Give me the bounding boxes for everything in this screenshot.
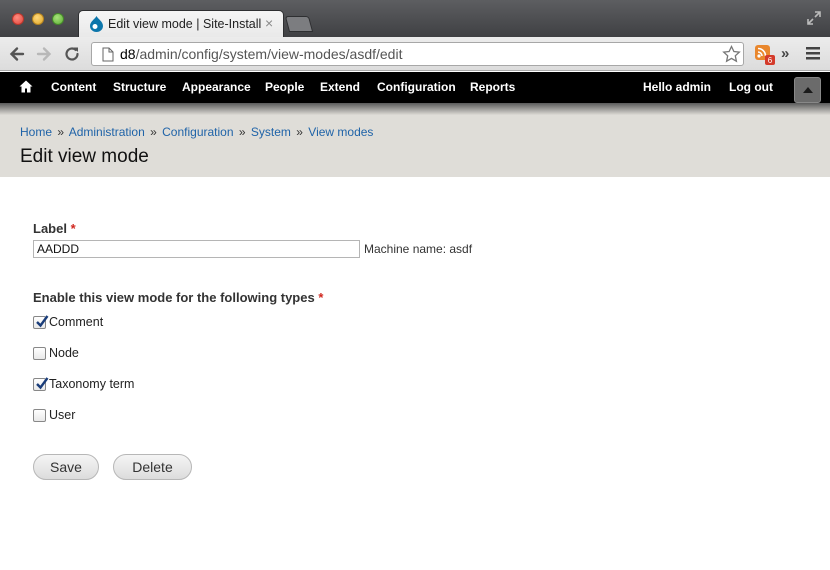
breadcrumb-view-modes[interactable]: View modes (308, 125, 373, 139)
label-title-text: Label (33, 221, 67, 236)
checkbox-user[interactable] (33, 409, 46, 422)
address-bar[interactable]: d8/admin/config/system/view-modes/asdf/e… (91, 42, 744, 66)
breadcrumb-system[interactable]: System (251, 125, 291, 139)
rss-extension-icon[interactable]: 6 (754, 44, 776, 66)
menu-icon[interactable] (806, 47, 820, 60)
logout-link[interactable]: Log out (729, 80, 773, 94)
breadcrumb: Home » Administration » Configuration » … (20, 125, 373, 139)
delete-button[interactable]: Delete (113, 454, 192, 480)
toolbar-content[interactable]: Content (51, 80, 96, 94)
browser-titlebar: Edit view mode | Site-Install × (0, 0, 830, 37)
checkmark-icon (36, 315, 49, 328)
checkbox-label-user[interactable]: User (49, 408, 75, 422)
page-title: Edit view mode (20, 146, 149, 167)
forward-arrow-icon[interactable] (35, 45, 53, 63)
home-icon[interactable] (19, 80, 33, 93)
close-window-button[interactable] (12, 13, 24, 25)
breadcrumb-separator: » (57, 125, 65, 139)
url-host: d8 (120, 46, 136, 62)
checkbox-label-comment[interactable]: Comment (49, 315, 103, 329)
breadcrumb-administration[interactable]: Administration (69, 125, 145, 139)
checkbox-label-node[interactable]: Node (49, 346, 79, 360)
user-greeting[interactable]: Hello admin (643, 80, 711, 94)
toolbar-orientation-toggle[interactable] (794, 77, 821, 103)
toolbar-appearance[interactable]: Appearance (182, 80, 251, 94)
required-marker: * (318, 290, 324, 305)
toolbar-configuration[interactable]: Configuration (377, 80, 456, 94)
checkbox-label-taxonomy-term[interactable]: Taxonomy term (49, 377, 134, 391)
back-arrow-icon[interactable] (8, 45, 26, 63)
bookmark-star-icon[interactable] (722, 45, 741, 64)
checkmark-icon (36, 377, 49, 390)
zoom-window-button[interactable] (52, 13, 64, 25)
minimize-window-button[interactable] (32, 13, 44, 25)
more-extensions-icon[interactable]: » (781, 45, 789, 62)
breadcrumb-configuration[interactable]: Configuration (162, 125, 233, 139)
greeting-prefix: Hello (643, 80, 676, 94)
breadcrumb-separator: » (238, 125, 246, 139)
fullscreen-icon[interactable] (806, 10, 822, 26)
drupal-drop-icon (90, 16, 103, 32)
page-icon (102, 47, 114, 62)
toolbar-reports[interactable]: Reports (470, 80, 515, 94)
breadcrumb-separator: » (296, 125, 303, 139)
save-button[interactable]: Save (33, 454, 99, 480)
checkbox-taxonomy-term[interactable] (33, 377, 49, 391)
types-title-text: Enable this view mode for the following … (33, 290, 315, 305)
toolbar-structure[interactable]: Structure (113, 80, 166, 94)
toolbar-people[interactable]: People (265, 80, 304, 94)
tab-title: Edit view mode | Site-Install (108, 17, 262, 31)
new-tab-button[interactable] (284, 16, 314, 32)
admin-toolbar-shadow (0, 103, 830, 115)
checkbox-comment[interactable] (33, 315, 49, 329)
machine-name: Machine name: asdf (364, 242, 473, 256)
greeting-username: admin (675, 80, 712, 94)
breadcrumb-home[interactable]: Home (20, 125, 52, 139)
toolbar-extend[interactable]: Extend (320, 80, 360, 94)
url-path: /admin/config/system/view-modes/asdf/edi… (135, 46, 403, 62)
tab-close-icon[interactable]: × (265, 15, 273, 31)
types-field-title: Enable this view mode for the following … (33, 290, 323, 305)
checkbox-node[interactable] (33, 347, 46, 360)
label-input[interactable] (33, 240, 360, 258)
browser-tab[interactable]: Edit view mode | Site-Install × (78, 10, 284, 37)
breadcrumb-separator: » (150, 125, 157, 139)
svg-text:6: 6 (768, 56, 773, 65)
required-marker: * (70, 221, 76, 236)
reload-icon[interactable] (63, 45, 81, 63)
label-field-title: Label * (33, 221, 76, 236)
url-text: d8/admin/config/system/view-modes/asdf/e… (120, 46, 402, 62)
